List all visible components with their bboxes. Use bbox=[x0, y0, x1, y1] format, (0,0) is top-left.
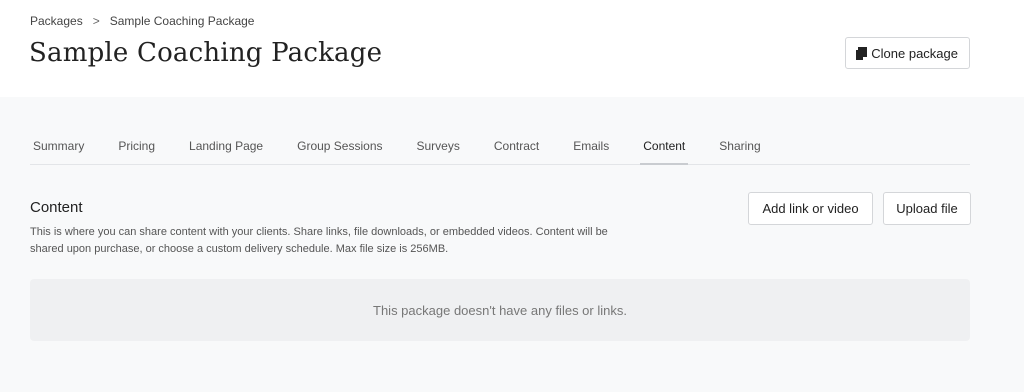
clone-package-button[interactable]: Clone package bbox=[845, 37, 970, 69]
tab-contract[interactable]: Contract bbox=[491, 128, 542, 164]
tab-surveys[interactable]: Surveys bbox=[414, 128, 463, 164]
content-section-description: This is where you can share content with… bbox=[30, 226, 608, 255]
breadcrumb-current: Sample Coaching Package bbox=[109, 14, 255, 28]
tab-summary[interactable]: Summary bbox=[30, 128, 87, 164]
page-title: Sample Coaching Package bbox=[29, 38, 383, 68]
add-link-or-video-button[interactable]: Add link or video bbox=[748, 192, 873, 225]
breadcrumb-packages-link[interactable]: Packages bbox=[30, 14, 83, 28]
copy-icon bbox=[855, 46, 868, 60]
clone-package-label: Clone package bbox=[871, 45, 958, 61]
tab-landing-page[interactable]: Landing Page bbox=[186, 128, 266, 164]
tab-emails[interactable]: Emails bbox=[570, 128, 612, 164]
breadcrumb: Packages > Sample Coaching Package bbox=[30, 14, 254, 28]
page-header: Packages > Sample Coaching Package Sampl… bbox=[0, 0, 1024, 97]
tab-group-sessions[interactable]: Group Sessions bbox=[294, 128, 385, 164]
tab-pricing[interactable]: Pricing bbox=[115, 128, 158, 164]
package-tabs: Summary Pricing Landing Page Group Sessi… bbox=[30, 128, 970, 165]
empty-content-message: This package doesn't have any files or l… bbox=[373, 302, 627, 318]
breadcrumb-separator: > bbox=[92, 14, 100, 28]
tab-sharing[interactable]: Sharing bbox=[716, 128, 763, 164]
empty-content-state: This package doesn't have any files or l… bbox=[30, 279, 970, 341]
tab-content[interactable]: Content bbox=[640, 128, 689, 165]
upload-file-button[interactable]: Upload file bbox=[883, 192, 971, 225]
content-section-title: Content bbox=[30, 199, 83, 216]
